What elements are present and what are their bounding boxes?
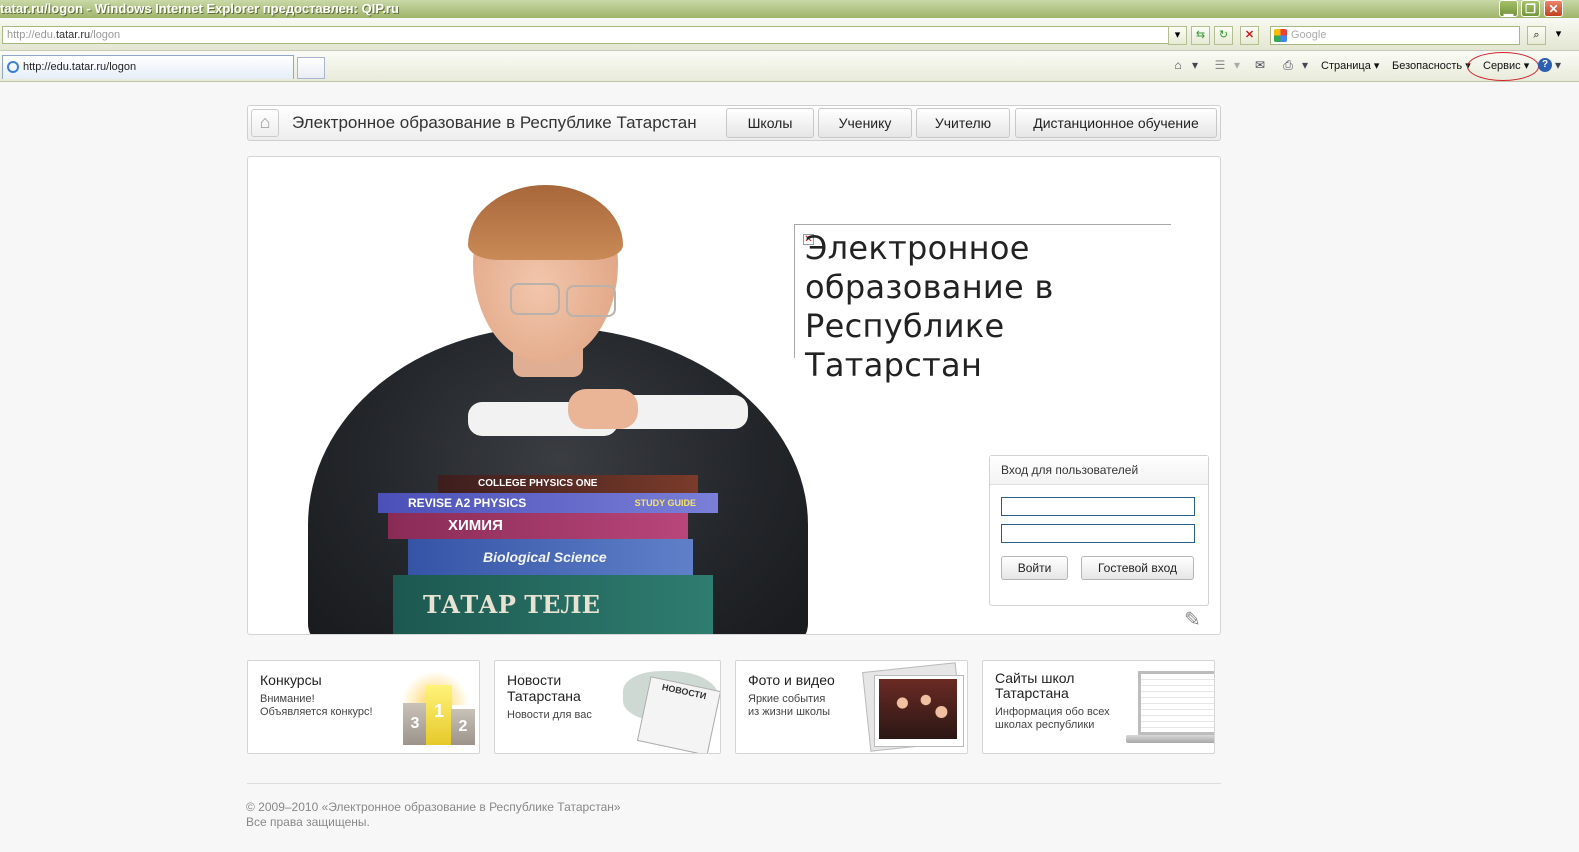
minimize-button[interactable]: ▁ [1499, 0, 1518, 17]
compatibility-icon[interactable]: ⇆ [1191, 26, 1210, 45]
card-news[interactable]: Новости Татарстана Новости для вас НОВОСТ… [494, 660, 721, 754]
site-navbar: ⌂ Электронное образование в Республике Т… [247, 105, 1221, 141]
service-highlight-ring [1467, 52, 1539, 81]
book-tatar-tele: ТАТАР ТЕЛЕ [393, 575, 713, 634]
login-box: Вход для пользователей Войти Гостевой вх… [989, 455, 1209, 606]
search-options-icon[interactable]: ▾ [1549, 26, 1568, 45]
refresh-icon[interactable]: ↻ [1214, 26, 1233, 45]
stop-icon[interactable]: ✕ [1240, 26, 1259, 45]
card-photo-title: Фото и видео [748, 672, 835, 688]
home-icon[interactable]: ⌂ [1170, 57, 1186, 73]
address-toolbar: http://edu.tatar.ru/logon ▾ ⇆ ↻ ✕ Google… [0, 20, 1579, 51]
help-icon[interactable]: ? [1538, 58, 1552, 72]
home-button[interactable]: ⌂ [251, 109, 279, 137]
username-input[interactable] [1001, 497, 1195, 516]
login-header: Вход для пользователей [990, 456, 1208, 485]
search-icon[interactable]: ⌕ [1527, 26, 1546, 45]
book-college-physics: COLLEGE PHYSICS ONE [438, 475, 698, 493]
book-biological-science: Biological Science [408, 539, 693, 575]
ie-icon [7, 61, 19, 73]
footer-rights: Все права защищены. [246, 815, 370, 829]
card-contests-title: Конкурсы [260, 672, 322, 688]
security-menu[interactable]: Безопасность ▾ [1392, 59, 1471, 72]
nav-teacher[interactable]: Учителю [916, 108, 1010, 138]
home-dropdown-icon[interactable]: ▾ [1190, 57, 1200, 73]
hero-panel: COLLEGE PHYSICS ONE REVISE A2 PHYSICS STU… [247, 156, 1221, 635]
window-titlebar: tatar.ru/logon - Windows Internet Explor… [0, 0, 1579, 18]
maximize-button[interactable]: ❐ [1521, 0, 1540, 17]
site-name: Электронное образование в Республике Тат… [292, 113, 697, 132]
hero-title: Электронное образование в Республике Тат… [805, 229, 1054, 384]
feeds-dropdown-icon[interactable]: ▾ [1232, 57, 1242, 73]
window-title: tatar.ru/logon - Windows Internet Explor… [0, 1, 399, 16]
search-input[interactable]: Google [1270, 26, 1520, 45]
tab-current[interactable]: http://edu.tatar.ru/logon [2, 55, 294, 79]
help-dropdown-icon[interactable]: ▾ [1553, 57, 1563, 73]
address-bar[interactable]: http://edu.tatar.ru/logon [2, 26, 1182, 44]
pencil-icon: ✎ [1184, 609, 1201, 631]
card-contests[interactable]: Конкурсы Внимание! Объявляется конкурс! … [247, 660, 480, 754]
tab-bar: http://edu.tatar.ru/logon ⌂ ▾ ☰ ▾ ✉ ⎙ ▾ … [0, 51, 1579, 82]
print-icon[interactable]: ⎙ [1280, 57, 1296, 73]
nav-student[interactable]: Ученику [818, 108, 912, 138]
book-revise-physics: REVISE A2 PHYSICS STUDY GUIDE [378, 493, 718, 513]
card-news-title: Новости Татарстана [507, 672, 581, 704]
footer-copyright: © 2009–2010 «Электронное образование в Р… [246, 800, 621, 814]
footer-divider [247, 783, 1221, 784]
guest-login-button[interactable]: Гостевой вход [1081, 556, 1194, 580]
new-tab-button[interactable] [297, 57, 325, 79]
password-input[interactable] [1001, 524, 1195, 543]
feeds-icon[interactable]: ☰ [1212, 57, 1228, 73]
login-button[interactable]: Войти [1001, 556, 1068, 580]
card-schools-title: Сайты школ Татарстана [995, 670, 1075, 701]
google-icon [1274, 29, 1287, 42]
card-photo-video[interactable]: Фото и видео Яркие события из жизни школ… [735, 660, 968, 754]
close-window-button[interactable]: ✕ [1544, 0, 1563, 17]
page-menu[interactable]: Страница ▾ [1321, 59, 1379, 72]
mail-icon[interactable]: ✉ [1252, 57, 1268, 73]
nav-schools[interactable]: Школы [726, 108, 814, 138]
address-dropdown-icon[interactable]: ▾ [1168, 26, 1187, 45]
card-school-sites[interactable]: Сайты школ Татарстана Информация обо всех… [982, 660, 1215, 754]
book-chemistry: ХИМИЯ [388, 513, 688, 539]
nav-distance-learning[interactable]: Дистанционное обучение [1015, 108, 1217, 138]
print-dropdown-icon[interactable]: ▾ [1300, 57, 1310, 73]
